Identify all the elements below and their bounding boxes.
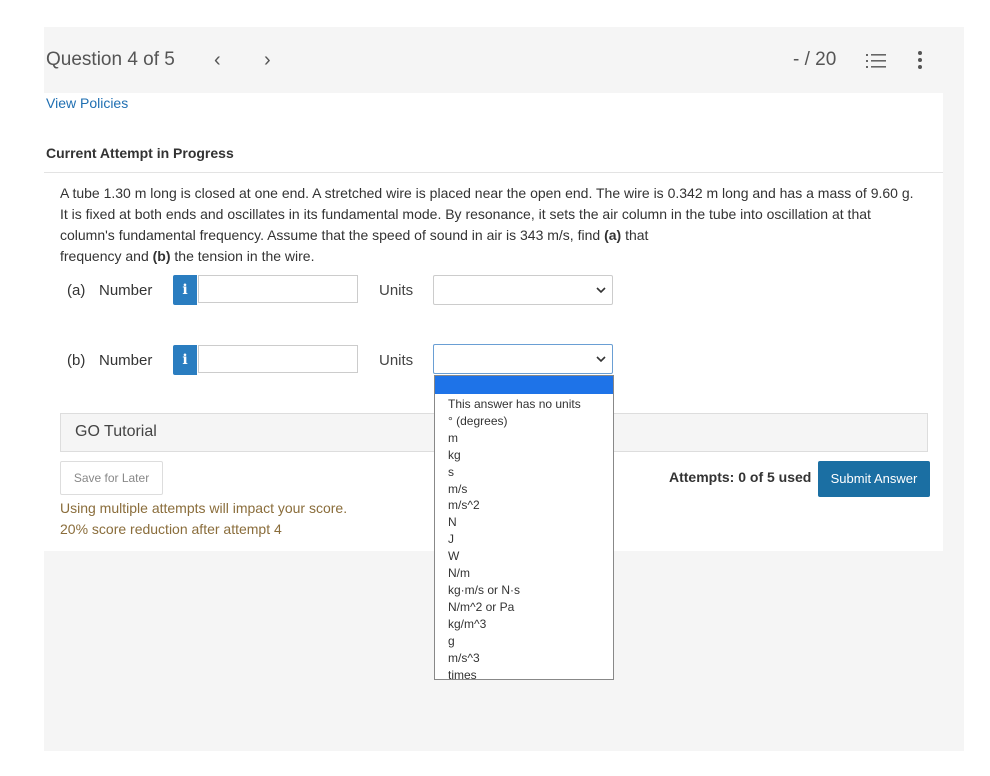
dropdown-option[interactable]: J [435, 531, 613, 548]
dropdown-option[interactable]: m [435, 430, 613, 447]
divider [44, 172, 943, 173]
dropdown-option[interactable]: N [435, 514, 613, 531]
dropdown-option[interactable]: N/m^2 or Pa [435, 599, 613, 616]
part-a-units-select[interactable] [433, 275, 613, 305]
question-score: - / 20 [793, 49, 837, 70]
part-b-units-select[interactable] [433, 344, 613, 374]
dropdown-option[interactable]: N/m [435, 565, 613, 582]
chevron-down-icon [596, 287, 606, 294]
part-b-units-label: Units [379, 352, 414, 369]
part-b-info-button[interactable]: i [173, 345, 197, 375]
problem-line-4: frequency and (b) the tension in the wir… [60, 248, 315, 264]
dropdown-option[interactable]: kg/m^3 [435, 616, 613, 633]
dropdown-option[interactable]: W [435, 548, 613, 565]
vertical-dots-icon[interactable] [916, 49, 924, 71]
problem-line-1: A tube 1.30 m long is closed at one end.… [60, 185, 914, 201]
problem-line-2: It is fixed at both ends and oscillates … [60, 206, 871, 222]
part-a-number-label: Number [99, 282, 153, 299]
part-b-number-label: Number [99, 352, 153, 369]
submit-answer-button[interactable]: Submit Answer [818, 461, 930, 497]
attempts-counter: Attempts: 0 of 5 used [669, 469, 812, 485]
go-tutorial-label: GO Tutorial [75, 423, 157, 440]
part-a-letter: (a) [67, 282, 86, 299]
part-a-units-label: Units [379, 282, 414, 299]
dropdown-option[interactable]: g [435, 633, 613, 650]
dropdown-option[interactable]: This answer has no units [435, 396, 613, 413]
part-b-number-input[interactable] [198, 345, 358, 373]
save-for-later-button[interactable]: Save for Later [60, 461, 163, 495]
dropdown-option[interactable]: times [435, 667, 613, 684]
dropdown-option-blank[interactable] [435, 376, 613, 394]
dropdown-option[interactable]: m/s^2 [435, 497, 613, 514]
part-b-letter: (b) [67, 352, 86, 369]
chevron-down-icon [596, 356, 606, 363]
dropdown-option[interactable]: m/s [435, 481, 613, 498]
view-policies-link[interactable]: View Policies [46, 95, 128, 111]
list-icon[interactable] [866, 51, 886, 71]
problem-line-3: column's fundamental frequency. Assume t… [60, 227, 649, 243]
problem-statement: A tube 1.30 m long is closed at one end.… [60, 183, 940, 267]
units-dropdown-list[interactable]: This answer has no units ° (degrees) m kg s m… [434, 375, 614, 682]
question-counter: Question 4 of 5 [46, 49, 175, 70]
dropdown-option[interactable]: kg [435, 447, 613, 464]
prev-question-button[interactable]: ‹ [214, 49, 221, 72]
dropdown-option[interactable]: ° (degrees) [435, 413, 613, 430]
attempt-penalty-note: Using multiple attempts will impact your… [60, 500, 348, 537]
part-a-number-input[interactable] [198, 275, 358, 303]
part-a-info-button[interactable]: i [173, 275, 197, 305]
dropdown-option[interactable]: m/s^3 [435, 650, 613, 667]
dropdown-option[interactable]: kg·m/s or N·s [435, 582, 613, 599]
dropdown-option[interactable]: s [435, 464, 613, 481]
next-question-button[interactable]: › [264, 49, 271, 72]
question-header: Question 4 of 5 ‹ › - / 20 [44, 27, 964, 93]
attempt-heading: Current Attempt in Progress [46, 145, 234, 161]
